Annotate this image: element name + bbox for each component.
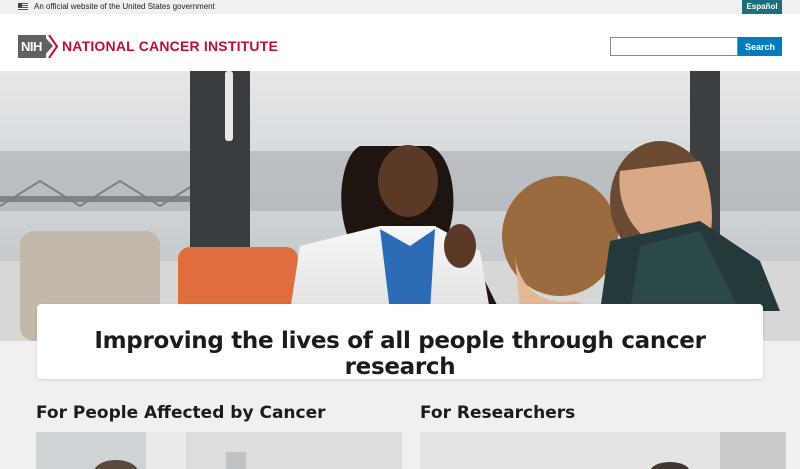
hero-image (0, 71, 800, 341)
espanol-link[interactable]: Español (742, 0, 782, 14)
search-input[interactable] (610, 37, 738, 56)
people-affected-photo (36, 432, 402, 469)
gov-banner-text: An official website of the United States… (34, 2, 215, 11)
section-title-researchers: For Researchers (420, 403, 576, 423)
us-flag-icon (18, 3, 28, 10)
tagline-card: Improving the lives of all people throug… (37, 304, 763, 380)
site-header: NIH NATIONAL CANCER INSTITUTE Search (0, 14, 800, 71)
gov-banner: An official website of the United States… (0, 0, 800, 14)
hero-tagline: Improving the lives of all people throug… (94, 328, 706, 380)
institute-name[interactable]: NATIONAL CANCER INSTITUTE (62, 38, 278, 54)
researchers-card-image[interactable] (420, 432, 786, 469)
people-affected-card-image[interactable] (36, 432, 402, 469)
researchers-photo (420, 432, 786, 469)
search-button[interactable]: Search (738, 37, 782, 56)
hero-photo (0, 71, 800, 341)
nih-logo-red-chevron (48, 35, 58, 58)
section-title-people-affected: For People Affected by Cancer (36, 403, 326, 423)
nih-logo[interactable]: NIH (18, 35, 46, 58)
